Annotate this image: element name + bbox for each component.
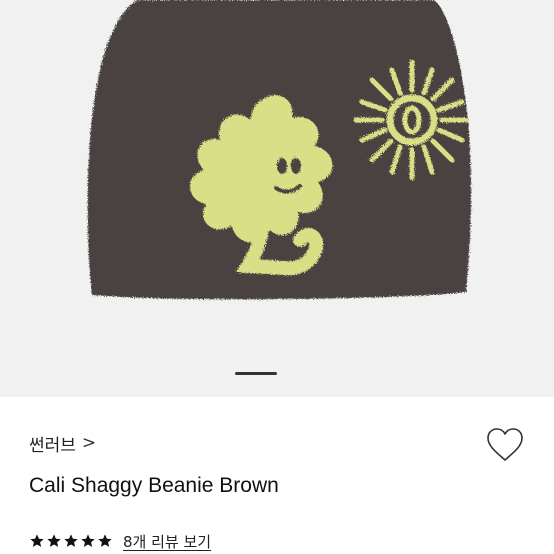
brand-link[interactable]: 썬러브 > [29,430,96,456]
star-icon [80,533,96,549]
review-link[interactable]: 8개 리뷰 보기 [123,531,211,552]
product-image-carousel[interactable] [0,0,554,397]
heart-icon[interactable] [486,427,524,463]
star-icon [46,533,62,549]
carousel-indicator[interactable] [235,372,277,375]
product-title: Cali Shaggy Beanie Brown [29,474,279,497]
chevron-right-icon: > [81,433,97,453]
brand-name: 썬러브 [29,435,76,456]
star-icon [97,533,113,549]
star-rating [29,533,113,549]
beanie-product-image [87,0,472,300]
star-icon [29,533,45,549]
star-icon [63,533,79,549]
rating-row: 8개 리뷰 보기 [29,530,211,552]
